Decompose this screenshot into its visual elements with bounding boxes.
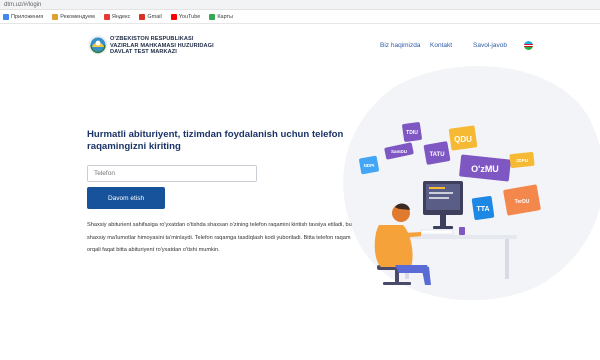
registration-notice: Shaxsiy abiturient sahifasiga ro'yxatdan… [87,222,352,253]
bookmark-recommended[interactable]: Рекомендуем [52,13,95,20]
badge-jdpu: JDPU [509,151,535,169]
bookmark-apps[interactable]: Приложения [3,13,43,20]
yandex-icon [103,13,110,20]
badge-ndpi: NDPI [359,155,379,175]
bookmarks-bar: Приложения Рекомендуем Яндекс Gmail YouT… [0,10,600,24]
svg-text:NDPI: NDPI [364,163,375,168]
youtube-icon [170,13,177,20]
svg-text:TerDU: TerDU [515,199,530,205]
svg-text:O'zMU: O'zMU [471,164,499,174]
svg-text:TATU: TATU [429,152,444,158]
continue-button[interactable]: Davom etish [87,187,165,209]
nav-contact[interactable]: Kontakt [430,42,452,49]
badge-tatu: TATU [423,141,451,165]
nav-about[interactable]: Biz haqimizda [380,42,420,49]
uz-flag-icon[interactable] [524,41,533,50]
maps-icon [209,13,216,20]
org-line-2: VAZIRLAR MAHKAMASI HUZURIDAGI [110,42,214,49]
bookmark-gmail[interactable]: Gmail [139,13,162,20]
apps-icon [3,13,9,20]
svg-text:JDPU: JDPU [516,158,528,163]
state-emblem-icon[interactable] [88,35,108,55]
page-heading: Hurmatli abituriyent, tizimdan foydalani… [87,129,344,152]
gmail-icon [139,13,146,20]
badge-samdu: SamDU [384,142,414,160]
badge-ozmu: O'zMU [459,154,511,182]
bookmark-maps[interactable]: Карты [209,13,233,20]
badge-tta: TTA [471,195,495,221]
organization-name[interactable]: O'ZBEKISTON RESPUBLIKASI VAZIRLAR MAHKAM… [110,36,214,56]
org-line-3: DAVLAT TEST MARKAZI [110,49,177,56]
url-text: dtm.uz/#/login [4,2,42,8]
badge-tdiu: TDIU [402,122,422,142]
student-illustration: TDIU SamDU TATU QDU O'zMU JDPU NDPI TTA … [359,122,541,285]
svg-text:TTA: TTA [476,206,489,213]
svg-text:TDIU: TDIU [406,130,418,136]
nav-faq[interactable]: Savol-javob [473,42,507,49]
recommended-icon [52,13,59,20]
badge-terdu: TerDU [503,184,541,216]
bookmark-youtube[interactable]: YouTube [170,13,200,20]
org-line-1: O'ZBEKISTON RESPUBLIKASI [110,36,194,42]
svg-text:SamDU: SamDU [391,149,407,154]
address-bar[interactable]: dtm.uz/#/login [0,0,600,10]
svg-text:QDU: QDU [454,135,472,144]
phone-input[interactable] [87,165,257,182]
bookmark-yandex[interactable]: Яндекс [103,13,130,20]
badge-qdu: QDU [448,125,478,151]
